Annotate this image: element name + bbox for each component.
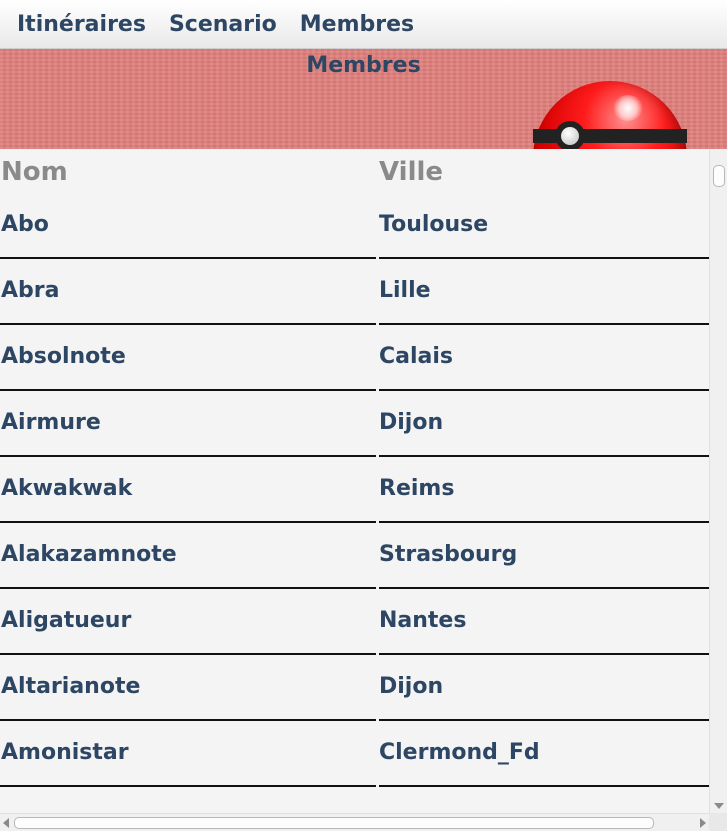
row-divider bbox=[0, 257, 376, 259]
cell-ville: Dijon bbox=[379, 674, 444, 699]
page-title: Membres bbox=[306, 53, 421, 78]
row-divider bbox=[379, 455, 709, 457]
menu-scenario[interactable]: Scenario bbox=[169, 12, 277, 37]
row-divider bbox=[0, 455, 376, 457]
row-divider bbox=[0, 653, 376, 655]
row-divider bbox=[379, 257, 709, 259]
row-divider bbox=[379, 389, 709, 391]
cell-nom: Akwakwak bbox=[1, 476, 133, 501]
table-row[interactable]: Abra Lille bbox=[0, 260, 709, 326]
scroll-left-arrow-icon[interactable] bbox=[3, 818, 9, 828]
table-row[interactable]: Altarianote Dijon bbox=[0, 656, 709, 722]
menu-bar: Itinéraires Scenario Membres bbox=[0, 0, 727, 49]
scroll-down-arrow-icon[interactable] bbox=[714, 803, 724, 809]
table-row[interactable]: Akwakwak Reims bbox=[0, 458, 709, 524]
table-row[interactable]: Alakazamnote Strasbourg bbox=[0, 524, 709, 590]
scrollbar-corner bbox=[709, 813, 727, 831]
table-row[interactable]: Abo Toulouse bbox=[0, 194, 709, 260]
table-body: Abo Toulouse Abra Lille Absolnote Calais… bbox=[0, 194, 709, 812]
column-header-nom[interactable]: Nom bbox=[1, 157, 68, 187]
row-divider bbox=[379, 653, 709, 655]
row-divider bbox=[0, 389, 376, 391]
table-header: Nom Ville bbox=[0, 149, 709, 194]
cell-ville: Dijon bbox=[379, 410, 444, 435]
cell-nom: Abo bbox=[1, 212, 49, 237]
row-divider bbox=[379, 785, 709, 787]
row-divider bbox=[0, 785, 376, 787]
cell-ville: Strasbourg bbox=[379, 542, 518, 567]
vertical-scrollbar[interactable] bbox=[709, 149, 727, 813]
menu-itineraires[interactable]: Itinéraires bbox=[17, 12, 146, 37]
menu-membres[interactable]: Membres bbox=[300, 12, 414, 37]
row-divider bbox=[0, 521, 376, 523]
vertical-scroll-thumb[interactable] bbox=[713, 165, 725, 187]
cell-nom: Absolnote bbox=[1, 344, 126, 369]
cell-ville: Reims bbox=[379, 476, 455, 501]
cell-ville: Toulouse bbox=[379, 212, 489, 237]
horizontal-scrollbar[interactable] bbox=[0, 813, 709, 831]
scroll-right-arrow-icon[interactable] bbox=[700, 818, 706, 828]
row-divider bbox=[0, 719, 376, 721]
pokeball-icon bbox=[533, 81, 687, 149]
table-row[interactable]: Airmure Dijon bbox=[0, 392, 709, 458]
pokeball-shine bbox=[613, 95, 643, 121]
table-row[interactable]: Amonistar Clermond_Fd bbox=[0, 722, 709, 788]
cell-nom: Airmure bbox=[1, 410, 101, 435]
row-divider bbox=[379, 719, 709, 721]
cell-ville: Lille bbox=[379, 278, 431, 303]
cell-nom: Abra bbox=[1, 278, 60, 303]
row-divider bbox=[379, 521, 709, 523]
column-header-ville[interactable]: Ville bbox=[379, 157, 443, 187]
table-row[interactable]: Absolnote Calais bbox=[0, 326, 709, 392]
cell-nom: Aligatueur bbox=[1, 608, 132, 633]
row-divider bbox=[379, 587, 709, 589]
row-divider bbox=[379, 323, 709, 325]
horizontal-scroll-thumb[interactable] bbox=[14, 817, 654, 829]
table-row[interactable]: Aligatueur Nantes bbox=[0, 590, 709, 656]
cell-nom: Altarianote bbox=[1, 674, 141, 699]
cell-nom: Alakazamnote bbox=[1, 542, 177, 567]
cell-ville: Nantes bbox=[379, 608, 467, 633]
pokeball-button bbox=[555, 121, 585, 149]
banner: Membres bbox=[0, 49, 727, 149]
row-divider bbox=[0, 323, 376, 325]
row-divider bbox=[0, 587, 376, 589]
members-table: Nom Ville Abo Toulouse Abra Lille Absoln… bbox=[0, 149, 727, 831]
cell-nom: Amonistar bbox=[1, 740, 129, 765]
cell-ville: Clermond_Fd bbox=[379, 740, 540, 765]
cell-ville: Calais bbox=[379, 344, 454, 369]
